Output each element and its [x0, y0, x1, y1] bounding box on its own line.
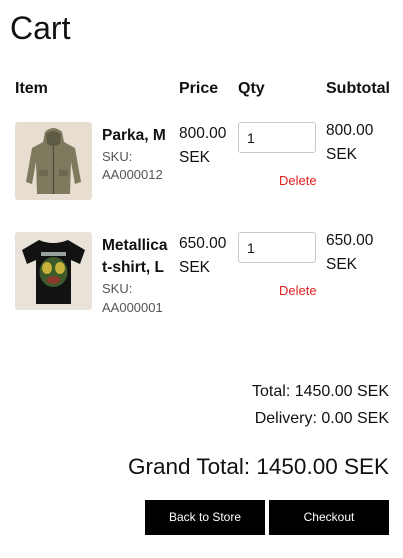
unit-price: 800.00 SEK — [179, 125, 227, 166]
product-name: Parka, M — [102, 127, 166, 144]
delete-link[interactable]: Delete — [279, 173, 317, 189]
sku-label: SKU: — [102, 281, 133, 296]
row-subtotal: 800.00 SEK — [326, 122, 374, 163]
column-header-price: Price — [179, 80, 219, 97]
sku-label: SKU: — [102, 149, 133, 164]
row-subtotal: 650.00 SEK — [326, 232, 374, 273]
quantity-input[interactable] — [238, 122, 316, 153]
sku-value: AA000001 — [102, 300, 163, 315]
cart-row: Parka, M SKU: AA000012 800.00 SEK Delete… — [0, 122, 403, 222]
quantity-input[interactable] — [238, 232, 316, 263]
product-image-parka[interactable] — [15, 122, 92, 200]
checkout-button[interactable]: Checkout — [269, 500, 389, 535]
unit-price: 650.00 SEK — [179, 235, 227, 276]
column-header-qty: Qty — [238, 80, 265, 97]
product-name: Metallica t-shirt, L — [102, 237, 168, 276]
delivery-cost: Delivery: 0.00 SEK — [254, 410, 389, 427]
grand-total: Grand Total: 1450.00 SEK — [127, 454, 389, 479]
delete-link[interactable]: Delete — [279, 283, 317, 299]
cart-row: Metallica t-shirt, L SKU: AA000001 650.0… — [0, 232, 403, 332]
sku-value: AA000012 — [102, 167, 163, 182]
page-title: Cart — [10, 10, 71, 46]
back-to-store-button[interactable]: Back to Store — [145, 500, 265, 535]
column-header-item: Item — [15, 80, 48, 97]
cart-total: Total: 1450.00 SEK — [252, 383, 389, 400]
column-header-subtotal: Subtotal — [326, 80, 390, 97]
product-image-tshirt[interactable] — [15, 232, 92, 310]
